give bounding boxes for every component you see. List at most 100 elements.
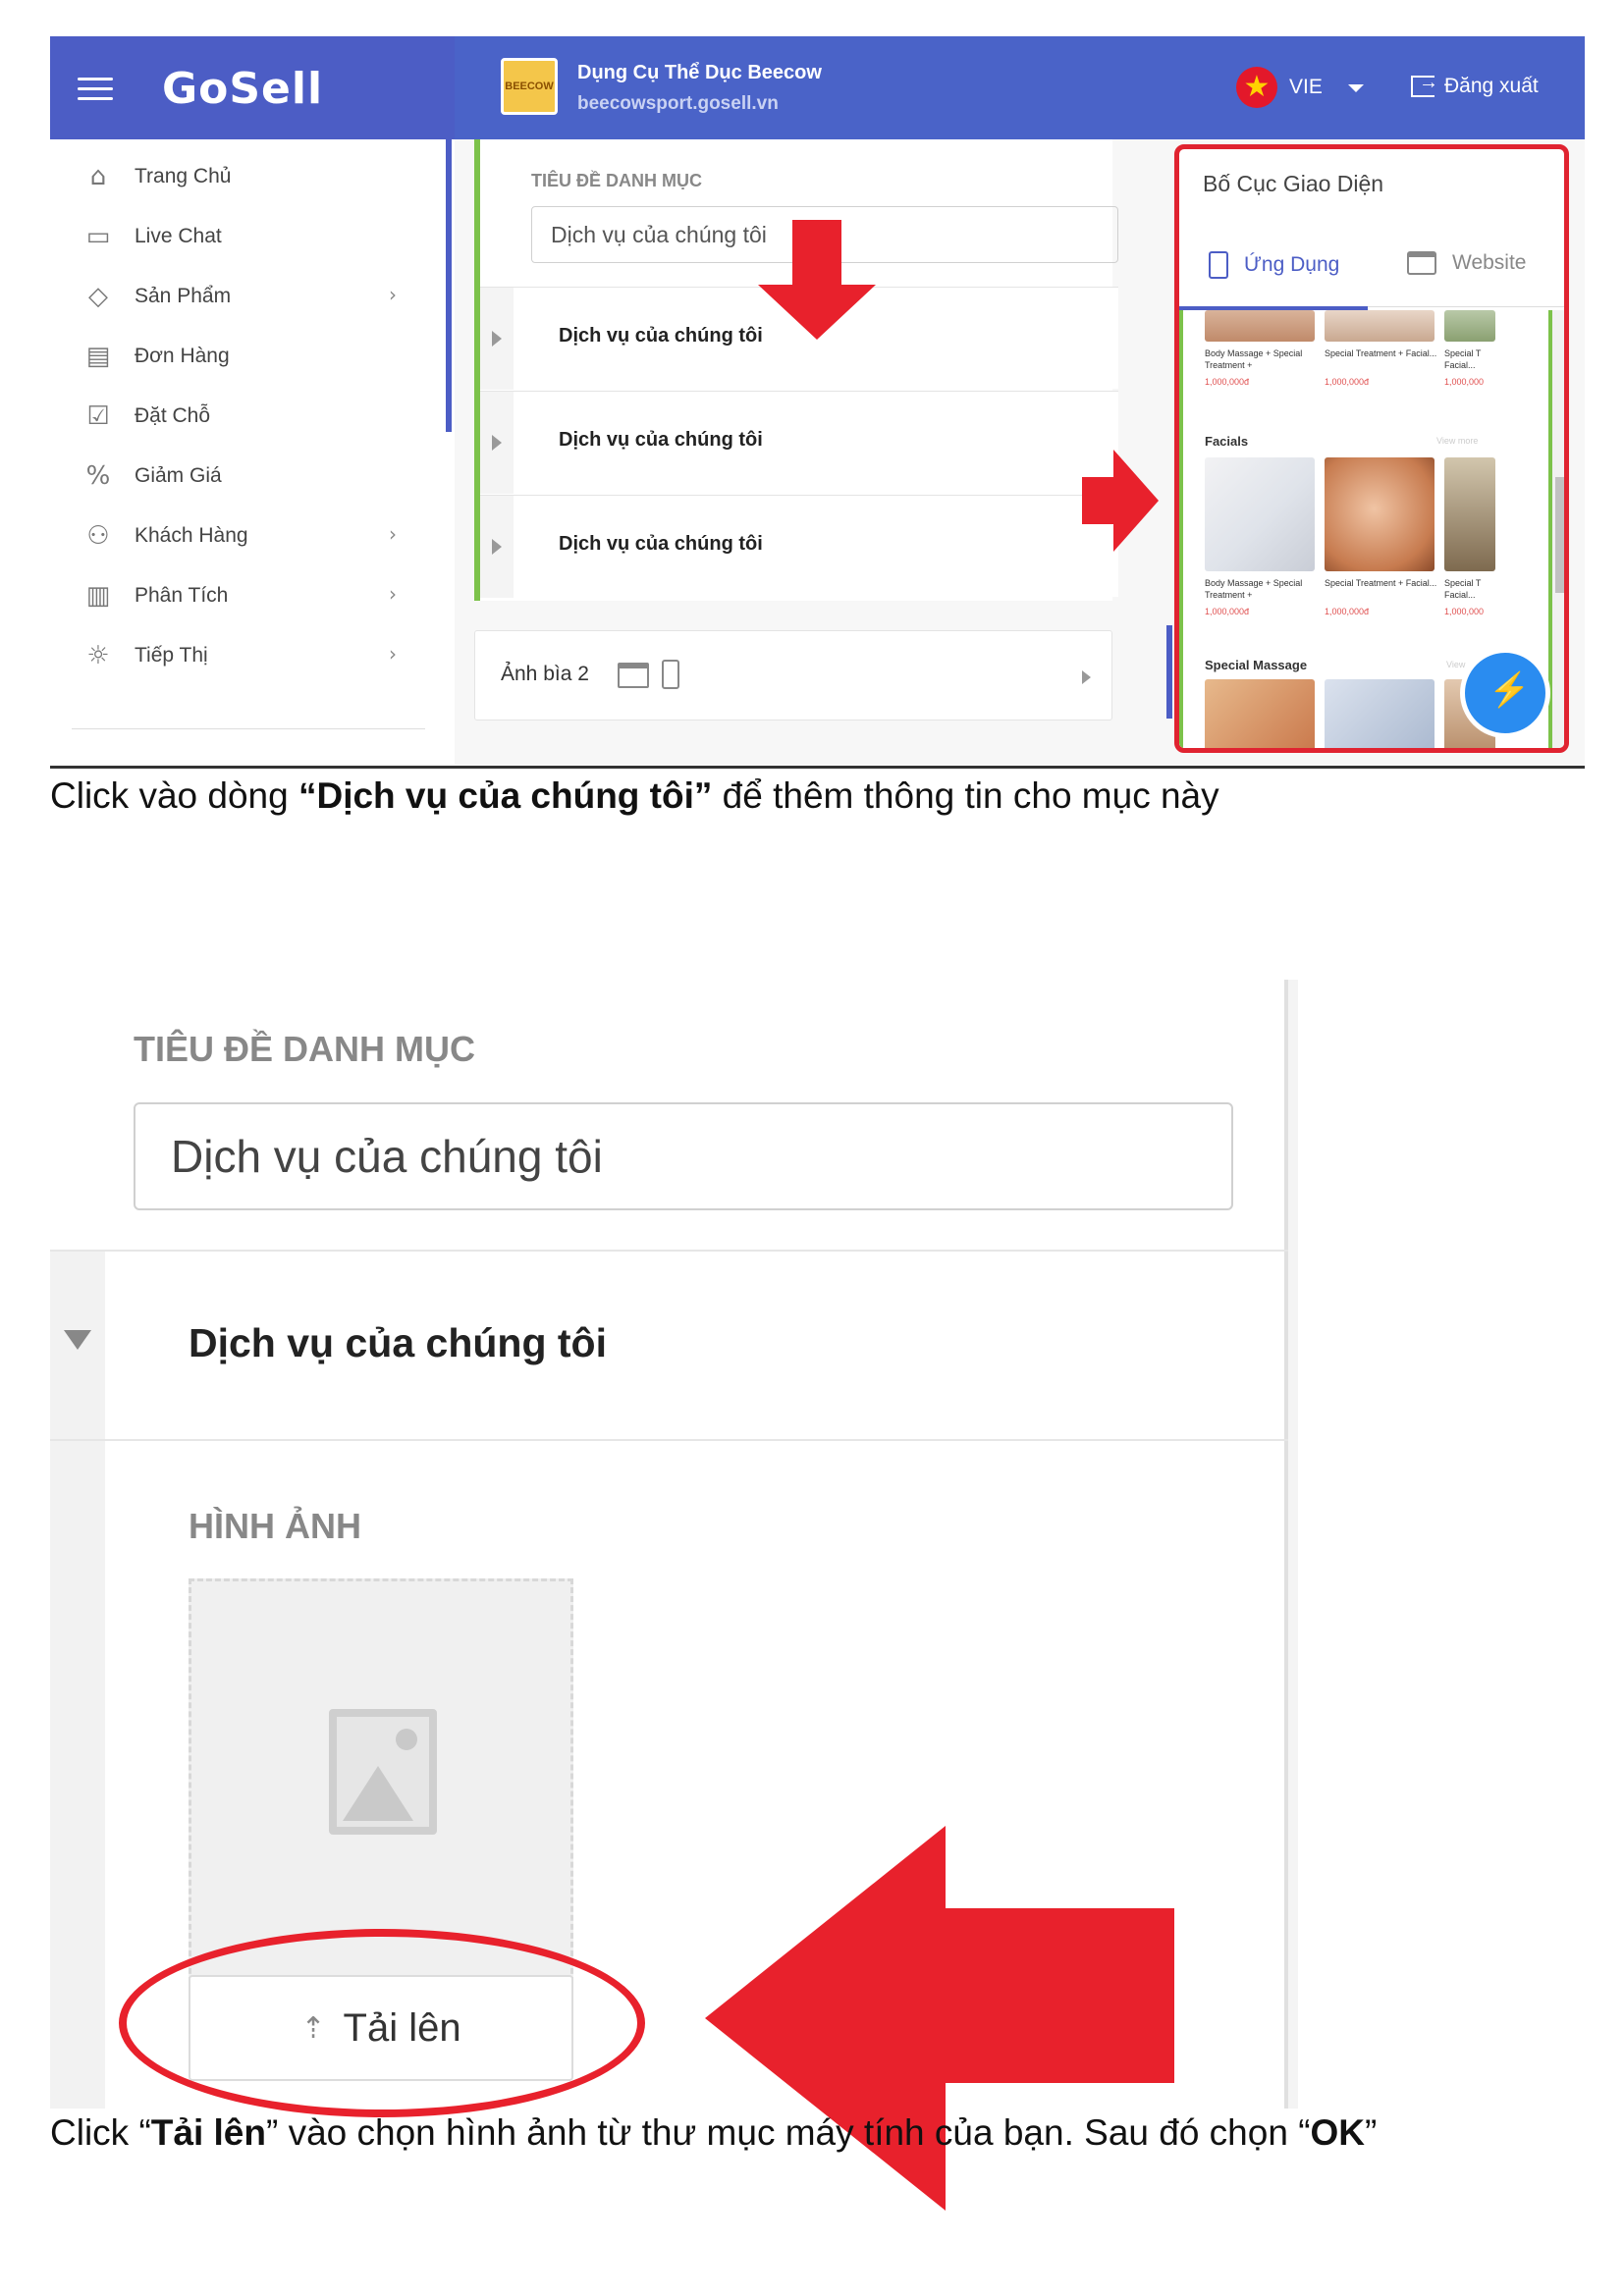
view-more-link[interactable]: View more xyxy=(1436,436,1478,446)
sidebar-item-marketing[interactable]: ☼ Tiếp Thị xyxy=(81,636,208,675)
category-row-label[interactable]: Dịch vụ của chúng tôi xyxy=(559,325,763,347)
logout-button[interactable]: Đăng xuất xyxy=(1444,75,1539,98)
category-title-label: TIÊU ĐỀ DANH MỤC xyxy=(134,1029,475,1069)
tab-label: Website xyxy=(1452,251,1527,274)
red-arrow-down-head xyxy=(758,285,876,340)
language-selector[interactable]: VIE xyxy=(1289,76,1323,99)
category-row[interactable]: Dịch vụ của chúng tôi xyxy=(480,495,1118,598)
product-caption: Body Massage + Special Treatment + xyxy=(1205,348,1303,370)
sidebar-label: Sản Phẩm xyxy=(135,285,232,307)
product-price: 1,000,000 xyxy=(1444,607,1485,616)
logo-area: GoSell xyxy=(50,36,455,139)
category-row[interactable]: Dịch vụ của chúng tôi xyxy=(480,391,1118,494)
tab-website[interactable]: Website xyxy=(1407,251,1526,275)
category-row-label[interactable]: Dịch vụ của chúng tôi xyxy=(559,429,763,452)
product-price: 1,000,000đ xyxy=(1325,607,1370,616)
category-title-input[interactable]: Dịch vụ của chúng tôi xyxy=(134,1102,1233,1210)
product-price: 1,000,000đ xyxy=(1325,377,1370,387)
sidebar-item-home[interactable]: ⌂ Trang Chủ xyxy=(81,157,232,196)
chevron-right-icon[interactable]: › xyxy=(389,283,397,306)
view-more-link[interactable]: View xyxy=(1446,660,1465,669)
preview-scrollbar[interactable] xyxy=(1552,310,1564,748)
caption-bold: Tải lên xyxy=(150,2112,266,2153)
category-row-label[interactable]: Dịch vụ của chúng tôi xyxy=(559,533,763,556)
product-price: 1,000,000 xyxy=(1444,377,1485,387)
sidebar: ⌂ Trang Chủ ▭ Live Chat ◇ Sản Phẩm › ▤ Đ… xyxy=(50,139,455,765)
chevron-right-icon[interactable]: › xyxy=(389,582,397,606)
product-caption: Special Treatment + Facial... xyxy=(1325,348,1437,358)
red-arrow-right-head xyxy=(1113,450,1159,552)
caption-bold: OK xyxy=(1310,2112,1366,2153)
caption-text: ” xyxy=(1365,2112,1378,2153)
desktop-icon xyxy=(618,663,649,688)
sidebar-item-live-chat[interactable]: ▭ Live Chat xyxy=(81,217,222,256)
caption-text: Click vào dòng xyxy=(50,775,298,816)
chart-icon: ▥ xyxy=(85,581,111,611)
product-image xyxy=(1205,310,1315,342)
receipt-icon: ▤ xyxy=(85,342,111,371)
chat-icon: ▭ xyxy=(85,222,111,251)
sidebar-label: Live Chat xyxy=(135,225,222,247)
tab-label: Ứng Dụng xyxy=(1244,253,1340,276)
sidebar-item-products[interactable]: ◇ Sản Phẩm xyxy=(81,277,231,316)
vietnam-flag-icon[interactable]: ★ xyxy=(1236,67,1277,108)
sidebar-label: Khách Hàng xyxy=(135,524,248,547)
section-heading: Special Massage xyxy=(1205,658,1308,672)
product-image xyxy=(1325,310,1435,342)
product-caption: Special Treatment + Facial... xyxy=(1325,578,1437,588)
product-image xyxy=(1205,679,1315,748)
logout-icon[interactable] xyxy=(1411,72,1438,97)
product-price: 1,000,000đ xyxy=(1205,377,1250,387)
shop-logo: BEECOW xyxy=(501,58,558,115)
cover-section[interactable]: Ảnh bìa 2 xyxy=(474,630,1112,721)
product-image xyxy=(1325,457,1435,571)
menu-icon[interactable] xyxy=(78,78,113,101)
sidebar-label: Phân Tích xyxy=(135,584,229,607)
category-row-expanded[interactable]: Dịch vụ của chúng tôi xyxy=(50,1250,1288,1441)
tag-icon: ◇ xyxy=(88,282,108,311)
caption-text: Click “ xyxy=(50,2112,151,2153)
preview-title: Bố Cục Giao Diện xyxy=(1203,171,1384,196)
home-icon: ⌂ xyxy=(89,162,107,191)
sidebar-item-analytics[interactable]: ▥ Phân Tích xyxy=(81,576,229,615)
scroll-marker xyxy=(1166,625,1172,719)
sidebar-scrollbar[interactable] xyxy=(446,139,452,432)
expand-arrow-icon[interactable] xyxy=(492,435,502,451)
sidebar-item-orders[interactable]: ▤ Đơn Hàng xyxy=(81,337,230,376)
chevron-right-icon[interactable]: › xyxy=(389,642,397,666)
calendar-icon: ☑ xyxy=(86,401,110,431)
mobile-icon xyxy=(1209,251,1228,279)
product-image xyxy=(1444,310,1495,342)
instruction-caption-2: Click “Tải lên” vào chọn hình ảnh từ thư… xyxy=(50,2112,1377,2154)
shop-url[interactable]: beecowsport.gosell.vn xyxy=(577,93,779,115)
category-title-label: TIÊU ĐỀ DANH MỤC xyxy=(531,171,702,190)
expand-arrow-icon[interactable] xyxy=(492,539,502,555)
collapse-arrow-icon[interactable] xyxy=(64,1330,91,1350)
mobile-icon xyxy=(662,660,679,689)
chevron-down-icon[interactable] xyxy=(1348,84,1364,92)
divider xyxy=(72,728,425,729)
divider xyxy=(50,766,1585,769)
expand-arrow-icon[interactable] xyxy=(1082,670,1091,684)
caption-text: ” vào chọn hình ảnh từ thư mục máy tính … xyxy=(265,2112,1311,2153)
instruction-caption-1: Click vào dòng “Dịch vụ của chúng tôi” đ… xyxy=(50,775,1219,817)
sidebar-item-discount[interactable]: % Giảm Giá xyxy=(81,456,222,496)
messenger-icon[interactable] xyxy=(1460,648,1550,738)
red-highlight-ellipse xyxy=(119,1929,645,2117)
expand-arrow-icon[interactable] xyxy=(492,331,502,347)
product-price: 1,000,000đ xyxy=(1205,607,1250,616)
sidebar-item-booking[interactable]: ☑ Đặt Chỗ xyxy=(81,397,210,436)
sidebar-item-customers[interactable]: ⚇ Khách Hàng xyxy=(81,516,248,556)
top-navbar: GoSell BEECOW Dụng Cụ Thể Dục Beecow bee… xyxy=(50,36,1585,139)
shop-name: Dụng Cụ Thể Dục Beecow xyxy=(577,62,822,83)
product-caption: Special T Facial... xyxy=(1444,348,1482,370)
tab-app[interactable]: Ứng Dụng xyxy=(1209,251,1339,279)
product-image xyxy=(1325,679,1435,748)
scrollbar-thumb[interactable] xyxy=(1555,477,1564,593)
red-arrow-left xyxy=(941,1908,1174,2083)
image-placeholder-icon xyxy=(329,1709,437,1835)
sidebar-label: Tiếp Thị xyxy=(135,644,208,667)
category-row-label[interactable]: Dịch vụ của chúng tôi xyxy=(189,1320,607,1366)
chevron-right-icon[interactable]: › xyxy=(389,522,397,546)
discount-icon: % xyxy=(85,461,111,491)
